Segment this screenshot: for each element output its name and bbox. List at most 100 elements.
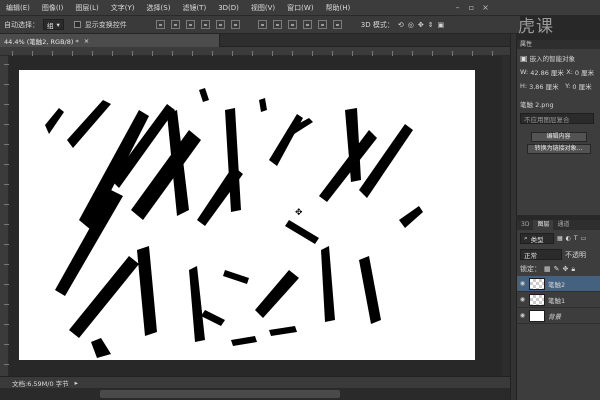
side-icon-strip: [516, 40, 524, 190]
blend-mode-dropdown[interactable]: 正常: [520, 249, 562, 260]
minimize-icon[interactable]: –: [452, 2, 463, 13]
brush-stroke: [321, 246, 335, 322]
brush-stroke: [67, 100, 111, 148]
brush-stroke: [269, 326, 297, 336]
layer-thumbnail: [529, 277, 545, 290]
search-icon: ⌕: [524, 234, 528, 242]
document-tab[interactable]: 44.4% (笔触2, RGB/8) * ×: [0, 34, 220, 47]
y-label: Y:: [565, 82, 571, 90]
layer-thumbnail: [529, 309, 545, 322]
layer-row-brush2[interactable]: ◉ 笔触2: [517, 276, 600, 292]
layer-comp-dropdown[interactable]: 不应用图层复合: [520, 113, 594, 124]
brush-stroke: [91, 338, 111, 358]
roll-3d-icon[interactable]: ◎: [408, 21, 414, 29]
align-bottom-icon[interactable]: [185, 20, 195, 29]
menu-layer[interactable]: 图层(L): [69, 3, 104, 13]
tab-channels[interactable]: 通道: [553, 220, 573, 230]
convert-to-linked-button[interactable]: 转换为链接对象...: [526, 144, 591, 154]
brush-stroke: [259, 98, 267, 112]
horizontal-scrollbar[interactable]: [0, 388, 510, 400]
menu-edit[interactable]: 编辑(E): [0, 3, 36, 13]
align-left-icon[interactable]: [200, 20, 210, 29]
height-value[interactable]: 3.86 厘米: [529, 81, 563, 91]
properties-tab[interactable]: 属性: [517, 40, 600, 49]
x-label: X:: [566, 68, 573, 76]
align-right-icon[interactable]: [230, 20, 240, 29]
lock-paint-icon[interactable]: ✎: [554, 265, 560, 273]
menu-3d[interactable]: 3D(D): [212, 4, 245, 12]
distribute-bottom-icon[interactable]: [287, 20, 297, 29]
menu-type[interactable]: 文字(Y): [105, 3, 141, 13]
status-bar: 文档:6.59M/0 字节 ▸: [0, 376, 510, 388]
distribute-left-icon[interactable]: [302, 20, 312, 29]
menu-help[interactable]: 帮助(H): [320, 3, 357, 13]
distribute-vcenter-icon[interactable]: [272, 20, 282, 29]
close-tab-icon[interactable]: ×: [84, 37, 89, 45]
lock-all-icon[interactable]: 🔒︎: [571, 265, 575, 274]
brush-stroke: [231, 336, 257, 346]
layer-name: 笔触2: [548, 280, 566, 289]
canvas[interactable]: ✥: [19, 70, 475, 360]
doc-info: 文档:6.59M/0 字节: [12, 379, 69, 388]
x-value[interactable]: 0 厘米: [575, 67, 594, 77]
distribute-hcenter-icon[interactable]: [317, 20, 327, 29]
brush-strokes-artwork: [45, 88, 423, 358]
align-top-icon[interactable]: [155, 20, 165, 29]
scroll-thumb[interactable]: [100, 390, 340, 398]
eye-icon[interactable]: ◉: [519, 312, 526, 319]
lock-label: 锁定：: [520, 265, 541, 273]
tab-layers[interactable]: 图层: [533, 220, 554, 230]
scale-3d-icon[interactable]: ▣: [438, 21, 445, 29]
filter-shape-icon[interactable]: ▭: [581, 235, 587, 242]
rotate-3d-icon[interactable]: ⟲: [398, 21, 404, 29]
auto-select-dropdown[interactable]: 组 ▾: [43, 19, 64, 30]
distribute-top-icon[interactable]: [257, 20, 267, 29]
show-transform-checkbox[interactable]: [73, 21, 81, 28]
filter-adjust-icon[interactable]: ◐: [566, 235, 571, 242]
menu-image[interactable]: 图像(I): [36, 3, 70, 13]
chevron-down-icon: ▾: [56, 20, 60, 29]
menu-view[interactable]: 视图(V): [245, 3, 281, 13]
eye-icon[interactable]: ◉: [519, 296, 526, 303]
eye-icon[interactable]: ◉: [519, 280, 526, 287]
edit-contents-button[interactable]: 编辑内容: [530, 132, 587, 142]
brush-stroke: [223, 270, 249, 284]
brush-stroke: [225, 108, 241, 212]
blend-mode-value: 正常: [524, 251, 537, 260]
width-value[interactable]: 42.86 厘米: [530, 67, 564, 77]
lock-pixels-icon[interactable]: ▦: [544, 265, 551, 273]
layer-filter-dropdown[interactable]: ⌕ 类型: [520, 233, 554, 244]
menu-select[interactable]: 选择(S): [141, 3, 177, 13]
lock-move-icon[interactable]: ✥: [563, 265, 569, 273]
tab-3d[interactable]: 3D: [517, 220, 533, 230]
align-vcenter-icon[interactable]: [170, 20, 180, 29]
layer-comp-value: 不应用图层复合: [524, 115, 570, 124]
filter-pixel-icon[interactable]: ▦: [557, 235, 563, 242]
slide-3d-icon[interactable]: ⇕: [428, 21, 434, 29]
chevron-right-icon[interactable]: ▸: [75, 379, 78, 387]
workspace: ✥: [9, 56, 510, 376]
brush-stroke: [45, 108, 64, 134]
close-icon[interactable]: ×: [480, 2, 491, 13]
vertical-scrollbar[interactable]: [502, 56, 510, 376]
vertical-ruler: [0, 56, 9, 376]
layer-name: 笔触1: [548, 296, 566, 305]
distribute-right-icon[interactable]: [332, 20, 342, 29]
drag-3d-icon[interactable]: ✥: [418, 21, 424, 29]
document-tab-title: 44.4% (笔触2, RGB/8) *: [4, 37, 79, 46]
opacity-label: 不透明: [565, 250, 586, 259]
properties-panel: 属性 ▣ 嵌入的智能对象 W: 42.86 厘米 X: 0 厘米 H: 3.86…: [516, 40, 600, 215]
brush-stroke: [199, 88, 209, 102]
object-type-label: 嵌入的智能对象: [529, 55, 576, 63]
layer-row-brush1[interactable]: ◉ 笔触1: [517, 292, 600, 308]
restore-icon[interactable]: ▫: [466, 2, 477, 13]
layer-row-background[interactable]: ◉ 背景: [517, 308, 600, 324]
horizontal-ruler: [0, 47, 510, 56]
y-value[interactable]: 0 厘米: [572, 81, 591, 91]
align-hcenter-icon[interactable]: [215, 20, 225, 29]
filter-type-icon[interactable]: T: [574, 235, 578, 242]
menu-window[interactable]: 窗口(W): [281, 3, 319, 13]
brush-stroke: [255, 270, 299, 318]
brush-stroke: [285, 220, 319, 244]
menu-filter[interactable]: 滤镜(T): [176, 3, 212, 13]
